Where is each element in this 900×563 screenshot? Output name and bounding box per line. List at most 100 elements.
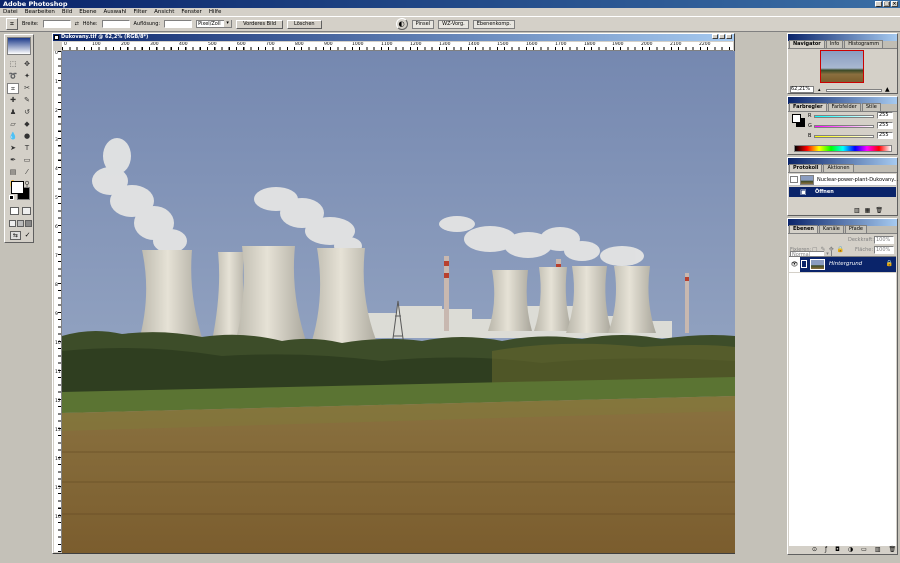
- menu-hilfe[interactable]: Hilfe: [209, 9, 222, 15]
- marquee-tool-icon[interactable]: ⬚: [7, 59, 19, 70]
- menu-datei[interactable]: Datei: [3, 9, 18, 15]
- stamp-tool-icon[interactable]: ♟: [7, 107, 19, 118]
- doc-minimize-icon[interactable]: [712, 34, 718, 39]
- tab-stile[interactable]: Stile: [861, 103, 881, 111]
- doc-maximize-icon[interactable]: [719, 34, 725, 39]
- channel-b-slider[interactable]: [814, 135, 874, 138]
- opacity-field[interactable]: 100%: [874, 236, 894, 244]
- menu-bild[interactable]: Bild: [62, 9, 72, 15]
- tab-pinsel[interactable]: Pinsel: [411, 19, 435, 29]
- healing-brush-icon[interactable]: ✚: [7, 95, 19, 106]
- new-snapshot-icon[interactable]: ▦: [865, 207, 871, 214]
- zoom-in-icon[interactable]: ▲: [885, 86, 890, 93]
- lasso-tool-icon[interactable]: ➰: [7, 71, 19, 82]
- maximize-icon[interactable]: □: [883, 1, 890, 7]
- color-spectrum-bar[interactable]: [794, 145, 892, 152]
- resolution-unit-select[interactable]: Pixel/Zoll: [196, 20, 233, 28]
- layer-mask-icon[interactable]: ◘: [835, 546, 840, 553]
- eraser-tool-icon[interactable]: ▱: [7, 119, 19, 130]
- channel-g-value[interactable]: 255: [877, 122, 893, 129]
- tab-wz-vorg[interactable]: WZ-Vorg.: [438, 19, 469, 29]
- crop-tool-icon[interactable]: ⌗: [7, 83, 19, 94]
- path-select-icon[interactable]: ➤: [7, 143, 19, 154]
- channel-b-value[interactable]: 255: [877, 132, 893, 139]
- tab-navigator[interactable]: Navigator: [789, 40, 825, 48]
- tab-ebenen[interactable]: Ebenen: [789, 225, 818, 233]
- eyedropper-icon[interactable]: ⁄: [21, 167, 33, 178]
- link-layers-icon[interactable]: ⊙: [812, 546, 817, 553]
- screen-mode-1-icon[interactable]: [9, 220, 16, 227]
- zoom-field[interactable]: 62,21%: [790, 86, 814, 93]
- menu-fenster[interactable]: Fenster: [181, 9, 201, 15]
- bucket-tool-icon[interactable]: ◆: [21, 119, 33, 130]
- move-tool-icon[interactable]: ✥: [21, 59, 33, 70]
- minimize-icon[interactable]: _: [875, 1, 882, 7]
- lock-transparency-icon[interactable]: ▢: [812, 246, 818, 253]
- image-canvas[interactable]: [62, 51, 735, 553]
- brush-tool-icon[interactable]: ✎: [21, 95, 33, 106]
- screen-mode-2-icon[interactable]: [17, 220, 24, 227]
- layer-row-hintergrund[interactable]: Hintergrund 🔒: [800, 257, 896, 272]
- document-title-bar[interactable]: Dukovany.tif @ 62,2% (RGB/8*): [53, 34, 734, 41]
- crop-tool-preset-icon[interactable]: ⌗: [6, 18, 18, 30]
- zoom-out-icon[interactable]: ▴: [818, 87, 821, 93]
- navigator-thumbnail[interactable]: [820, 50, 864, 83]
- new-layer-icon[interactable]: ▥: [875, 546, 881, 553]
- new-document-from-state-icon[interactable]: ▥: [854, 207, 860, 214]
- zoom-slider[interactable]: [826, 89, 882, 92]
- menu-filter[interactable]: Filter: [133, 9, 147, 15]
- blur-tool-icon[interactable]: 💧: [7, 131, 19, 142]
- width-field[interactable]: [42, 20, 71, 28]
- history-step-row[interactable]: ▣ Öffnen: [789, 187, 896, 197]
- tab-info[interactable]: Info: [825, 40, 844, 48]
- channel-r-slider[interactable]: [814, 115, 874, 118]
- notes-tool-icon[interactable]: ▤: [7, 167, 19, 178]
- lock-all-icon[interactable]: 🔒: [837, 246, 844, 253]
- type-tool-icon[interactable]: T: [21, 143, 33, 154]
- standard-mode-icon[interactable]: [10, 207, 19, 215]
- dodge-tool-icon[interactable]: ●: [21, 131, 33, 142]
- adobe-logo-icon[interactable]: [7, 37, 31, 55]
- doc-close-icon[interactable]: [726, 34, 732, 39]
- menu-auswahl[interactable]: Auswahl: [103, 9, 126, 15]
- history-snapshot-row[interactable]: Nuclear-power-plant-Dukovany...: [789, 174, 898, 186]
- magic-wand-icon[interactable]: ✦: [21, 71, 33, 82]
- tab-ebenenkomp[interactable]: Ebenenkomp.: [472, 19, 515, 29]
- adjustment-layer-icon[interactable]: ◑: [848, 546, 853, 553]
- front-image-button[interactable]: Vorderes Bild: [236, 19, 284, 29]
- foreground-color-swatch[interactable]: [11, 181, 24, 194]
- swap-icon[interactable]: ⇄: [75, 21, 79, 27]
- new-group-icon[interactable]: ▭: [861, 546, 867, 553]
- check-icon[interactable]: ✓: [23, 231, 32, 240]
- resolution-field[interactable]: [164, 20, 193, 28]
- slice-tool-icon[interactable]: ✂: [21, 83, 33, 94]
- quickmask-mode-icon[interactable]: [22, 207, 31, 215]
- delete-layer-icon[interactable]: 🗑: [889, 546, 897, 553]
- tab-kanaele[interactable]: Kanäle: [818, 225, 844, 233]
- fill-field[interactable]: 100%: [874, 246, 894, 254]
- shape-tool-icon[interactable]: ▭: [21, 155, 33, 166]
- imageready-jump-icon[interactable]: ⇆: [10, 231, 21, 240]
- lock-position-icon[interactable]: ✥: [829, 246, 834, 253]
- menu-bearbeiten[interactable]: Bearbeiten: [25, 9, 55, 15]
- tab-farbfelder[interactable]: Farbfelder: [827, 103, 861, 111]
- menu-ansicht[interactable]: Ansicht: [154, 9, 174, 15]
- close-icon[interactable]: ×: [891, 1, 898, 7]
- tab-pfade[interactable]: Pfade: [844, 225, 867, 233]
- pen-tool-icon[interactable]: ✒: [7, 155, 19, 166]
- tab-aktionen[interactable]: Aktionen: [823, 164, 854, 172]
- channel-g-slider[interactable]: [814, 125, 874, 128]
- menu-ebene[interactable]: Ebene: [79, 9, 96, 15]
- tab-histogramm[interactable]: Histogramm: [844, 40, 884, 48]
- palette-well-icon[interactable]: ◐: [395, 18, 408, 30]
- clear-button[interactable]: Löschen: [287, 19, 322, 29]
- channel-r-value[interactable]: 255: [877, 112, 893, 119]
- history-brush-icon[interactable]: ↺: [21, 107, 33, 118]
- color-fg-swatch[interactable]: [792, 114, 801, 123]
- layer-visibility-eye-icon[interactable]: 👁: [790, 258, 799, 271]
- tab-protokoll[interactable]: Protokoll: [789, 164, 823, 172]
- height-field[interactable]: [101, 20, 130, 28]
- history-source-icon[interactable]: [790, 176, 798, 183]
- layer-style-icon[interactable]: ƒ: [825, 546, 827, 553]
- trash-icon[interactable]: 🗑: [875, 207, 883, 214]
